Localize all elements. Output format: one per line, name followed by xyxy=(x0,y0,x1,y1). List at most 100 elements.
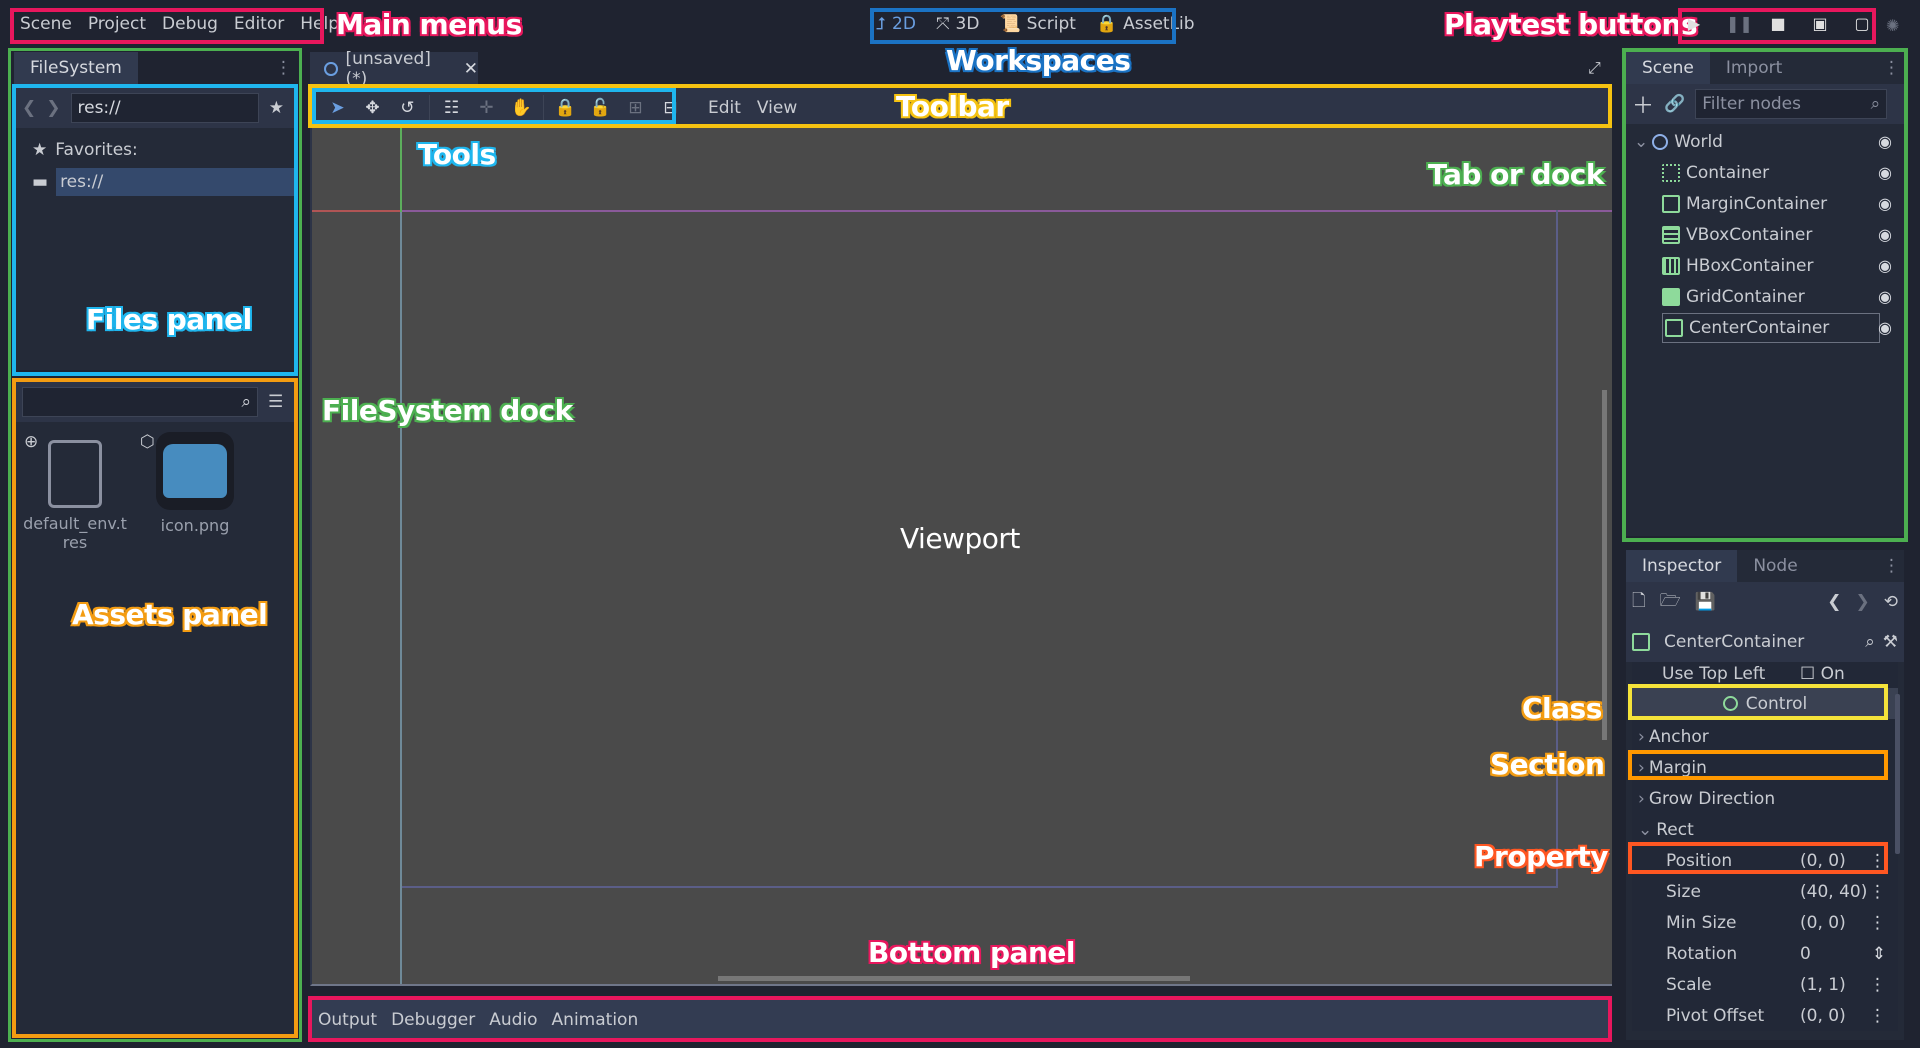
kebab-menu-icon[interactable]: ⋮ xyxy=(1869,1006,1886,1026)
bottom-tab-debugger[interactable]: Debugger xyxy=(391,1010,475,1030)
history-back-icon[interactable]: ❮ xyxy=(1827,592,1841,612)
distraction-free-icon[interactable]: ⤢ xyxy=(1588,58,1601,78)
file-item[interactable]: ⬡ icon.png xyxy=(140,432,250,552)
tab-scene[interactable]: Scene xyxy=(1626,52,1710,84)
root-folder-item[interactable]: ▬ res:// xyxy=(16,166,294,198)
section-anchor[interactable]: › Anchor xyxy=(1632,721,1898,752)
link-icon[interactable]: 🔗 xyxy=(1664,94,1685,114)
tree-node[interactable]: Container ◉ xyxy=(1626,157,1904,188)
visibility-eye-icon[interactable]: ◉ xyxy=(1878,256,1892,275)
play-icon[interactable]: ▶ xyxy=(1684,14,1704,33)
prop-size[interactable]: Size (40, 40) ⋮ xyxy=(1632,876,1898,907)
horizontal-scrollbar[interactable] xyxy=(718,976,1190,981)
kebab-menu-icon[interactable]: ⋮ xyxy=(1869,975,1886,995)
open-folder-icon[interactable]: 🗁 xyxy=(1660,588,1681,617)
pause-icon[interactable]: ❚❚ xyxy=(1726,14,1753,33)
move-tool-icon[interactable]: ✥ xyxy=(355,98,390,118)
visibility-eye-icon[interactable]: ◉ xyxy=(1878,194,1892,213)
tab-import[interactable]: Import xyxy=(1710,52,1798,84)
tree-node[interactable]: HBoxContainer ◉ xyxy=(1626,250,1904,281)
rotate-tool-icon[interactable]: ↺ xyxy=(390,98,425,118)
tree-node[interactable]: VBoxContainer ◉ xyxy=(1626,219,1904,250)
section-grow-direction[interactable]: › Grow Direction xyxy=(1632,783,1898,814)
workspace-3d[interactable]: ⤧ 3D xyxy=(936,14,980,34)
stop-icon[interactable]: ■ xyxy=(1768,14,1788,33)
bottom-tab-audio[interactable]: Audio xyxy=(489,1010,537,1030)
tab-filesystem[interactable]: FileSystem xyxy=(14,52,138,84)
lock-icon[interactable]: 🔒 xyxy=(548,98,583,118)
menu-help[interactable]: Help xyxy=(300,14,339,34)
visibility-eye-icon[interactable]: ◉ xyxy=(1878,318,1892,337)
tab-inspector[interactable]: Inspector xyxy=(1626,550,1738,582)
workspace-2d[interactable]: ⮥ 2D xyxy=(876,14,916,34)
dock-menu-icon[interactable]: ⋮ xyxy=(1883,550,1904,582)
list-select-tool-icon[interactable]: ☷ xyxy=(434,98,469,118)
prop-pivot-offset[interactable]: Pivot Offset (0, 0) ⋮ xyxy=(1632,1000,1898,1031)
unlock-icon[interactable]: 🔓 xyxy=(583,98,618,118)
edit-menu[interactable]: Edit xyxy=(708,98,741,118)
visibility-eye-icon[interactable]: ◉ xyxy=(1878,132,1892,151)
group-icon[interactable]: ⊞ xyxy=(618,98,653,118)
add-node-icon[interactable]: ＋ xyxy=(1632,88,1654,120)
section-rect[interactable]: ⌄ Rect xyxy=(1632,814,1898,845)
visibility-eye-icon[interactable]: ◉ xyxy=(1878,225,1892,244)
tree-node[interactable]: GridContainer ◉ xyxy=(1626,281,1904,312)
back-icon[interactable]: ❮ xyxy=(22,98,36,118)
workspace-assetlib[interactable]: 🔒 AssetLib xyxy=(1096,14,1195,34)
menu-editor[interactable]: Editor xyxy=(234,14,284,34)
chevron-down-icon: ⌄ xyxy=(1634,131,1649,152)
favorite-star-icon[interactable]: ★ xyxy=(269,98,284,118)
pivot-tool-icon[interactable]: ✛ xyxy=(469,98,504,118)
play-custom-scene-icon[interactable]: ▢ xyxy=(1852,14,1872,33)
filter-nodes-input[interactable]: Filter nodes ⌕ xyxy=(1695,89,1888,119)
scene-tab[interactable]: [unsaved](*) ✕ xyxy=(310,49,478,89)
kebab-menu-icon[interactable]: ⋮ xyxy=(1869,913,1886,933)
class-header-control[interactable]: Control xyxy=(1632,688,1898,719)
visibility-eye-icon[interactable]: ◉ xyxy=(1878,287,1892,306)
tree-node[interactable]: MarginContainer ◉ xyxy=(1626,188,1904,219)
workspace-script[interactable]: 📜 Script xyxy=(999,14,1075,34)
favorites-item[interactable]: ★ Favorites: xyxy=(16,134,294,166)
section-margin[interactable]: › Margin xyxy=(1632,752,1898,783)
path-input[interactable]: res:// xyxy=(70,93,259,123)
checkbox-icon[interactable]: ☐ xyxy=(1800,664,1815,684)
select-tool-icon[interactable]: ➤ xyxy=(320,98,355,118)
tree-node-selected[interactable]: CenterContainer ◉ xyxy=(1626,312,1904,343)
tree-node-world[interactable]: ⌄ World ◉ xyxy=(1626,126,1904,157)
ungroup-icon[interactable]: ⊟ xyxy=(653,98,688,118)
history-forward-icon[interactable]: ❯ xyxy=(1856,592,1870,612)
new-resource-icon[interactable]: 🗋 xyxy=(1632,588,1646,617)
history-icon[interactable]: ⟲ xyxy=(1884,592,1898,612)
menu-scene[interactable]: Scene xyxy=(20,14,72,34)
menu-project[interactable]: Project xyxy=(88,14,146,34)
play-scene-icon[interactable]: ▣ xyxy=(1810,14,1830,33)
prop-min-size[interactable]: Min Size (0, 0) ⋮ xyxy=(1632,907,1898,938)
vertical-scrollbar[interactable] xyxy=(1602,390,1607,740)
viewport[interactable] xyxy=(310,128,1612,986)
prop-use-top-left[interactable]: Use Top Left ☐ On xyxy=(1632,662,1898,686)
close-icon[interactable]: ✕ xyxy=(464,59,478,79)
save-icon[interactable]: 💾 xyxy=(1695,592,1716,612)
bottom-tab-output[interactable]: Output xyxy=(318,1010,377,1030)
list-view-icon[interactable]: ☰ xyxy=(268,392,283,412)
visibility-eye-icon[interactable]: ◉ xyxy=(1878,163,1892,182)
prop-position[interactable]: Position (0, 0) ⋮ xyxy=(1632,845,1898,876)
prop-scale[interactable]: Scale (1, 1) ⋮ xyxy=(1632,969,1898,1000)
menu-debug[interactable]: Debug xyxy=(162,14,218,34)
inspector-scrollbar[interactable] xyxy=(1895,694,1900,854)
bottom-tab-animation[interactable]: Animation xyxy=(552,1010,639,1030)
forward-icon[interactable]: ❯ xyxy=(46,98,60,118)
view-menu[interactable]: View xyxy=(757,98,797,118)
dock-menu-icon[interactable]: ⋮ xyxy=(275,52,296,84)
tab-node[interactable]: Node xyxy=(1737,550,1813,582)
prop-rotation[interactable]: Rotation 0 ⇕ xyxy=(1632,938,1898,969)
spinner-updown-icon[interactable]: ⇕ xyxy=(1872,944,1886,964)
asset-search-input[interactable]: ⌕ xyxy=(22,387,258,417)
file-item[interactable]: ⊕ default_env.tres xyxy=(20,432,130,552)
pan-tool-icon[interactable]: ✋ xyxy=(504,98,539,118)
kebab-menu-icon[interactable]: ⋮ xyxy=(1869,882,1886,902)
kebab-menu-icon[interactable]: ⋮ xyxy=(1869,851,1886,871)
object-tools-icon[interactable]: ⚒ xyxy=(1883,632,1898,652)
dock-menu-icon[interactable]: ⋮ xyxy=(1883,52,1904,84)
search-icon[interactable]: ⌕ xyxy=(1865,632,1875,652)
